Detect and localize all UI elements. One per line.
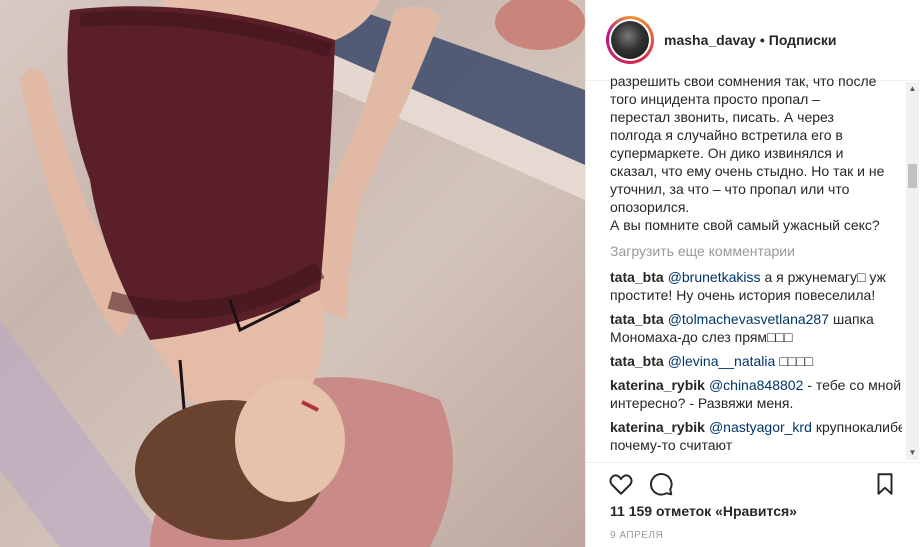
- caption-line: разрешить свои сомнения так, что после: [610, 73, 877, 89]
- comment-mention[interactable]: @levina__natalia: [668, 353, 776, 369]
- comment-mention[interactable]: @nastyagor_krd: [709, 419, 812, 435]
- avatar[interactable]: [606, 16, 654, 64]
- post-date[interactable]: 9 АПРЕЛЯ: [610, 530, 663, 541]
- comment-item: katerina_rybik @china848802- тебе со мной…: [610, 376, 902, 412]
- comment-icon[interactable]: [648, 471, 674, 497]
- load-more-comments-link[interactable]: Загрузить еще комментарии: [610, 242, 902, 260]
- caption-line: опозорился.: [610, 199, 690, 215]
- comment-item: tata_bta @tolmachevasvetlana287 шапка Моно…: [610, 310, 902, 346]
- post-username[interactable]: masha_davay: [664, 32, 756, 48]
- caption-line: уточнил, за что – что пропал или что: [610, 181, 850, 197]
- comments-list: разрешить свои сомнения так, что после т…: [610, 72, 902, 464]
- avatar-image: [611, 21, 649, 59]
- caption-line: того инцидента просто пропал –: [610, 91, 820, 107]
- post-sidebar: masha_davay • Подписки разрешить свои сомн…: [585, 0, 920, 547]
- caption-line: перестал звонить, писать. А через: [610, 109, 834, 125]
- comment-item: katerina_rybik @nastyagor_krd крупнокалибе…: [610, 418, 902, 454]
- caption-line: сказал, что ему очень стыдно. Но так и н…: [610, 163, 885, 179]
- comment-username[interactable]: tata_bta: [610, 269, 664, 285]
- follow-button[interactable]: Подписки: [769, 32, 837, 48]
- comment-item: tata_bta @brunetkakiss а я ржунемагу□ уж п…: [610, 268, 902, 304]
- action-bar: [586, 462, 920, 503]
- bookmark-icon[interactable]: [872, 471, 898, 497]
- separator-dot: •: [759, 32, 765, 48]
- header-text: masha_davay • Подписки: [664, 32, 837, 48]
- comment-text: □□□□: [779, 353, 814, 369]
- caption-line: супермаркете. Он дико извинялся и: [610, 145, 844, 161]
- comment-username[interactable]: tata_bta: [610, 353, 664, 369]
- scroll-up-arrow-icon[interactable]: ▲: [906, 82, 919, 96]
- comment-username[interactable]: tata_bta: [610, 311, 664, 327]
- comment-mention[interactable]: @brunetkakiss: [668, 269, 761, 285]
- post-caption: разрешить свои сомнения так, что после т…: [610, 72, 902, 234]
- scroll-down-arrow-icon[interactable]: ▼: [906, 446, 919, 460]
- caption-line: полгода я случайно встретила его в: [610, 127, 843, 143]
- comments-scrollbar[interactable]: ▲ ▼: [906, 82, 919, 460]
- comment-mention[interactable]: @china848802: [709, 377, 803, 393]
- comment-item: tata_bta @levina__natalia □□□□: [610, 352, 902, 370]
- comment-username[interactable]: katerina_rybik: [610, 419, 705, 435]
- scrollbar-thumb[interactable]: [908, 164, 917, 188]
- photo-illustration: [0, 0, 585, 547]
- caption-line: А вы помните свой самый ужасный секс?: [610, 217, 880, 233]
- likes-count[interactable]: 11 159 отметок «Нравится»: [610, 503, 797, 519]
- post-header: masha_davay • Подписки: [586, 0, 920, 81]
- comment-mention[interactable]: @tolmachevasvetlana287: [668, 311, 829, 327]
- post-photo[interactable]: [0, 0, 585, 547]
- heart-icon[interactable]: [608, 471, 634, 497]
- comment-username[interactable]: katerina_rybik: [610, 377, 705, 393]
